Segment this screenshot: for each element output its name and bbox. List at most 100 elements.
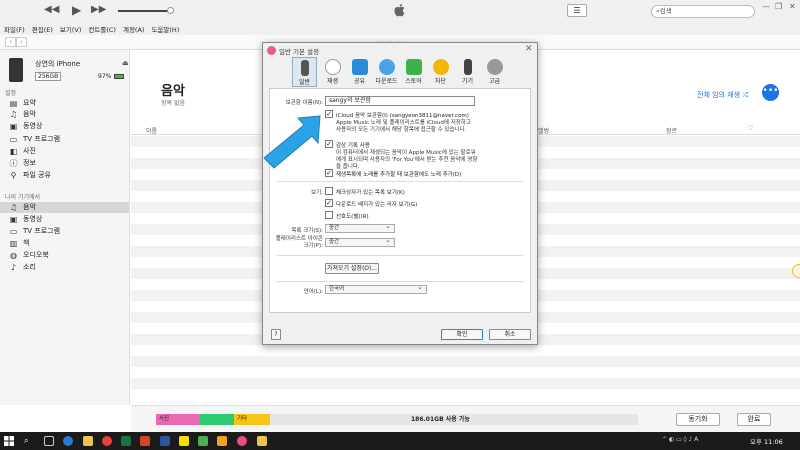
search-input[interactable]: ⌕검색 <box>651 5 755 18</box>
column-album[interactable]: 앨범 <box>538 126 549 135</box>
battery-percent: 97% <box>98 73 112 80</box>
tab-devices[interactable]: 기기 <box>455 57 480 87</box>
phone-icon <box>300 60 309 76</box>
folder-icon[interactable] <box>83 436 93 446</box>
sidebar-item-photos[interactable]: ◧ 사진 <box>0 146 129 157</box>
back-button[interactable]: ‹ <box>5 37 16 47</box>
menu-file[interactable]: 파일(F) <box>0 22 28 34</box>
heart-icon[interactable]: ♡ <box>748 125 753 132</box>
windows-start-icon[interactable] <box>4 436 14 446</box>
menu-help[interactable]: 도움말(H) <box>147 22 182 34</box>
scroll-indicator[interactable] <box>792 264 800 278</box>
sidebar-item-movies[interactable]: ▣ 동영상 <box>0 121 129 132</box>
menu-account[interactable]: 계정(A) <box>119 22 147 34</box>
sidebar-item-device-tv[interactable]: ▭ TV 프로그램 <box>0 226 129 237</box>
dialog-close-icon[interactable]: ✕ <box>525 44 533 54</box>
sidebar-item-device-movies[interactable]: ▣ 동영상 <box>0 214 129 225</box>
chrome-icon[interactable] <box>102 436 112 446</box>
play-icon <box>324 59 341 75</box>
word-icon[interactable] <box>160 436 170 446</box>
search-taskbar-icon[interactable]: ⌕ <box>24 436 34 446</box>
kakaotalk-icon[interactable] <box>179 436 189 446</box>
sync-button[interactable]: 동기화 <box>676 413 720 426</box>
tab-store[interactable]: 스토어 <box>401 57 426 87</box>
menu-controls[interactable]: 컨트롤(C) <box>84 22 119 34</box>
volume-slider[interactable] <box>118 10 170 12</box>
apple-logo-icon <box>394 3 405 17</box>
tab-general[interactable]: 일반 <box>292 57 317 87</box>
device-header[interactable]: 상연의 iPhone 256GB 97% ⏏ <box>6 56 129 86</box>
page-subtitle: 항목 없음 <box>161 100 185 107</box>
cancel-button[interactable]: 취소 <box>489 329 531 340</box>
storage-bar: 사진 기타 186.01GB 사용 가능 <box>156 414 638 425</box>
play-icon[interactable]: ▶ <box>72 3 81 17</box>
volume-knob[interactable] <box>167 7 174 14</box>
divider <box>276 255 524 256</box>
sidebar-item-file-sharing[interactable]: ⚲ 파일 공유 <box>0 170 129 181</box>
edge-icon[interactable] <box>63 436 73 446</box>
forward-button[interactable]: › <box>16 37 27 47</box>
itunes-taskbar-icon[interactable] <box>237 436 247 446</box>
ok-button[interactable]: 확인 <box>441 329 483 340</box>
sidebar-item-device-books[interactable]: ▥ 책 <box>0 238 129 249</box>
menu-bar: 파일(F) 편집(E) 보기(V) 컨트롤(C) 계정(A) 도움말(H) <box>0 22 800 35</box>
close-icon[interactable]: ✕ <box>789 2 796 11</box>
music-icon: ♫ <box>9 110 18 119</box>
views-label: 보기: <box>311 190 323 196</box>
language-label: 언어(L): <box>303 289 323 295</box>
menu-view[interactable]: 보기(V) <box>56 22 84 34</box>
sidebar-item-tv[interactable]: ▭ TV 프로그램 <box>0 134 129 145</box>
tab-downloads[interactable]: 다운로드 <box>374 57 399 87</box>
bottom-bar: 사진 기타 186.01GB 사용 가능 동기화 완료 <box>131 405 800 432</box>
chevron-up-icon[interactable]: ⌃ <box>662 436 667 443</box>
column-name[interactable]: 이름 <box>146 126 157 135</box>
previous-icon[interactable]: ◀◀ <box>44 4 59 15</box>
dialog-title: 일반 기본 설정 <box>279 48 320 56</box>
sharing-icon <box>351 59 368 75</box>
sidebar-item-summary[interactable]: ▤ 요약 <box>0 98 129 109</box>
column-genre[interactable]: 장르 <box>666 126 677 135</box>
done-button[interactable]: 완료 <box>737 413 771 426</box>
app-icon[interactable] <box>198 436 208 446</box>
sidebar-item-device-tones[interactable]: ♪ 소리 <box>0 262 129 273</box>
app-icon[interactable] <box>257 436 267 446</box>
library-name-input[interactable]: sangy의 보관함 <box>325 96 475 106</box>
artwork-size-select[interactable]: 중간 <box>325 237 395 247</box>
tab-restrictions[interactable]: 차단 <box>428 57 453 87</box>
import-settings-button[interactable]: 가져오기 설정(O)... <box>325 263 379 274</box>
itunes-icon <box>267 46 276 55</box>
movie-icon: ▣ <box>9 122 18 131</box>
menu-edit[interactable]: 편집(E) <box>28 22 56 34</box>
tab-sharing[interactable]: 공유 <box>347 57 372 87</box>
table-row <box>131 356 800 367</box>
icloud-music-library-label: iCloud 음악 보관함(I) (sangyeon3811@naver.com… <box>336 113 469 119</box>
section-device-title: 나의 기기에서 <box>5 194 41 201</box>
help-button[interactable]: ? <box>271 329 281 340</box>
show-list-checkboxes-checkbox[interactable] <box>325 187 333 195</box>
task-view-icon[interactable] <box>44 436 54 446</box>
music-icon: ♫ <box>9 203 18 212</box>
app-icon[interactable] <box>217 436 227 446</box>
shuffle-all-button[interactable]: 전체 임의 재생 ⤮ <box>697 90 748 100</box>
next-icon[interactable]: ▶▶ <box>91 4 106 15</box>
taskbar-clock[interactable]: 오후 11:06 <box>750 436 783 446</box>
eject-icon[interactable]: ⏏ <box>122 59 129 67</box>
sidebar-item-music[interactable]: ♫ 음악 <box>0 109 129 120</box>
tab-playback[interactable]: 재생 <box>320 57 345 87</box>
more-button[interactable]: ••• <box>762 84 779 101</box>
sidebar-item-info[interactable]: ⓘ 정보 <box>0 158 129 169</box>
sidebar-item-device-audiobooks[interactable]: ◍ 오디오북 <box>0 250 129 261</box>
maximize-icon[interactable]: ❐ <box>775 2 782 11</box>
parental-icon <box>432 59 449 75</box>
minimize-icon[interactable]: — <box>762 2 770 11</box>
language-select[interactable]: 한국어 <box>325 284 427 294</box>
show-download-badge-checkbox[interactable]: ✓ <box>325 199 333 207</box>
sidebar-item-device-music[interactable]: ♫ 음악 <box>0 202 129 213</box>
star-ratings-checkbox[interactable] <box>325 211 333 219</box>
tab-advanced[interactable]: 고급 <box>482 57 507 87</box>
excel-icon[interactable] <box>121 436 131 446</box>
powerpoint-icon[interactable] <box>140 436 150 446</box>
preferences-tabs: 일반 재생 공유 다운로드 스토어 차단 기기 고급 <box>263 57 537 87</box>
list-size-select[interactable]: 중간 <box>325 223 395 233</box>
list-view-button[interactable]: ☰ <box>567 4 587 17</box>
